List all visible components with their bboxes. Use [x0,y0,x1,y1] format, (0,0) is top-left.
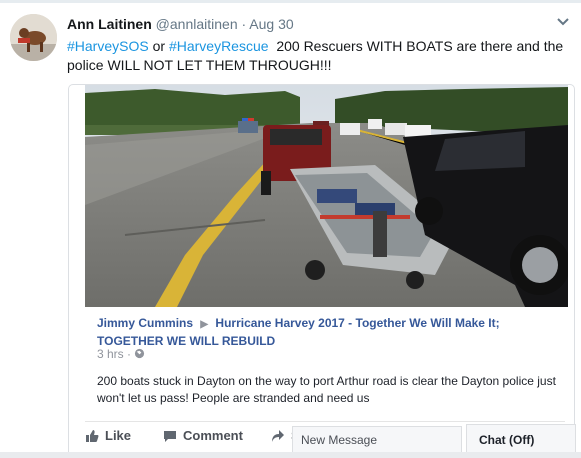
tweet: Ann Laitinen @annlaitinen · Aug 30 #Harv… [0,0,581,458]
like-icon [86,430,99,442]
comment-label: Comment [183,428,243,443]
tweet-date[interactable]: Aug 30 [249,16,293,32]
comment-icon [164,431,176,442]
like-label: Like [105,428,132,443]
post-time-text: 3 hrs · [97,347,132,361]
post-photo[interactable] [85,85,568,307]
tweet-text: #HarveySOS or #HarveyRescue 200 Rescuers… [67,37,567,75]
separator: · [241,16,247,32]
tweet-header: Ann Laitinen @annlaitinen · Aug 30 [67,16,294,32]
handle[interactable]: @annlaitinen [156,16,238,32]
globe-icon [135,348,145,359]
tweet-connector: or [152,38,166,54]
share-icon [272,430,284,442]
like-button[interactable]: Like [85,428,131,443]
post-header: Jimmy Cummins ▶ Hurricane Harvey 2017 - … [97,315,567,349]
chevron-down-icon[interactable] [555,13,571,29]
avatar[interactable] [10,14,57,61]
post-text: 200 boats stuck in Dayton on the way to … [97,374,556,405]
new-message-tab[interactable]: New Message [292,426,462,452]
post-timestamp[interactable]: 3 hrs · [97,347,145,361]
comment-button[interactable]: Comment [163,428,243,443]
post-author[interactable]: Jimmy Cummins [97,316,193,330]
hashtag-harveysos[interactable]: #HarveySOS [67,38,149,54]
bottom-bar [0,452,581,458]
new-message-label: New Message [301,433,378,447]
hashtag-harveyrescue[interactable]: #HarveyRescue [169,38,269,54]
arrow-right-icon: ▶ [200,319,209,330]
divider [0,0,581,3]
chat-status-label: Chat (Off) [479,433,535,447]
display-name[interactable]: Ann Laitinen [67,16,152,32]
embedded-post-card[interactable]: Jimmy Cummins ▶ Hurricane Harvey 2017 - … [68,84,575,458]
chat-tab[interactable]: Chat (Off) [466,424,576,454]
